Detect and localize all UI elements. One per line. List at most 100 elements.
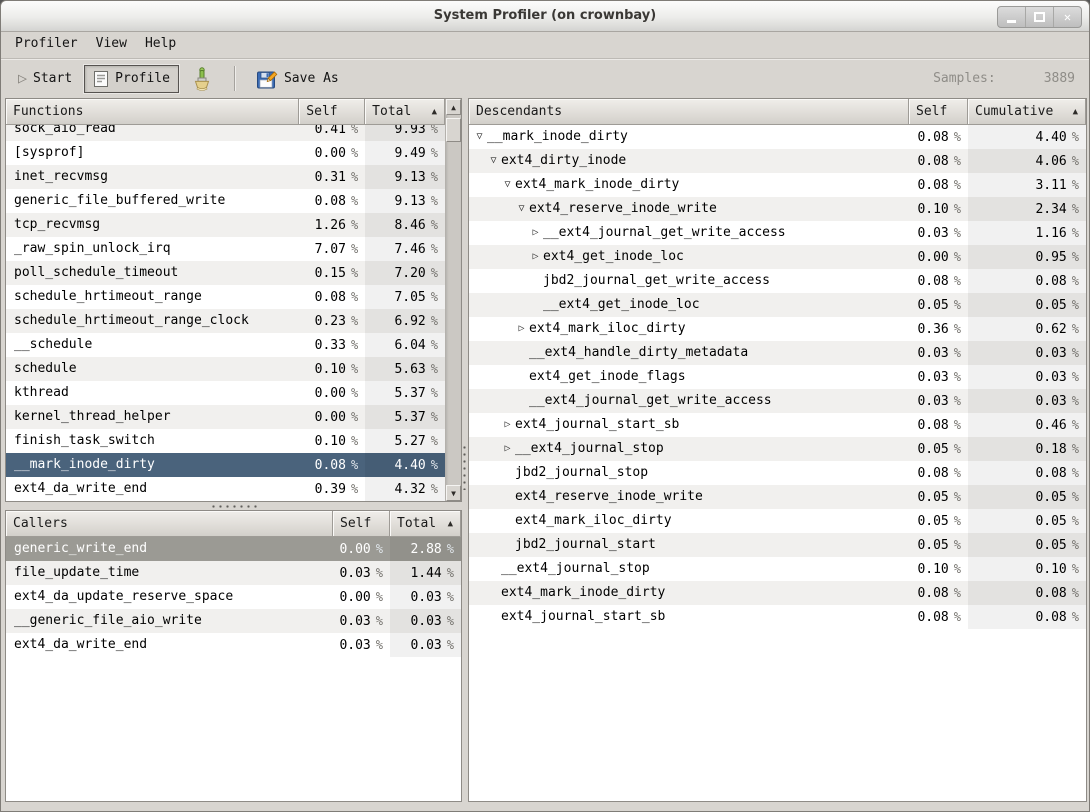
table-row[interactable]: generic_write_end0.00%2.88% [6,537,461,561]
tree-row[interactable]: __ext4_handle_dirty_metadata0.03%0.03% [469,341,1086,365]
tree-row[interactable]: ▷ext4_journal_start_sb0.08%0.46% [469,413,1086,437]
percent-sign: % [949,130,961,144]
profile-button[interactable]: Profile [84,65,179,93]
table-row[interactable]: kthread0.00%5.37% [6,381,445,405]
tree-expander-icon[interactable]: ▷ [528,245,543,269]
close-button[interactable]: ✕ [1053,7,1081,27]
column-header-descendants[interactable]: Descendants [469,99,909,125]
horizontal-splitter[interactable] [5,502,462,510]
maximize-button[interactable] [1025,7,1053,27]
function-name-cell: generic_file_buffered_write [6,189,299,213]
start-button[interactable]: ▷ Start [9,66,81,91]
tree-row[interactable]: __ext4_journal_get_write_access0.03%0.03… [469,389,1086,413]
column-header-total[interactable]: Total▲ [390,511,461,537]
menu-profiler[interactable]: Profiler [6,31,87,58]
tree-row[interactable]: ▽ext4_dirty_inode0.08%4.06% [469,149,1086,173]
percent-cell: 0.15% [299,261,365,285]
titlebar[interactable]: System Profiler (on crownbay) ✕ [1,1,1089,32]
tree-row[interactable]: jbd2_journal_get_write_access0.08%0.08% [469,269,1086,293]
tree-expander-icon[interactable]: ▷ [500,437,515,461]
function-name: jbd2_journal_get_write_access [543,269,770,293]
table-row[interactable]: [sysprof]0.00%9.49% [6,141,445,165]
tree-row[interactable]: ext4_reserve_inode_write0.05%0.05% [469,485,1086,509]
tree-row[interactable]: ▷ext4_mark_iloc_dirty0.36%0.62% [469,317,1086,341]
vertical-splitter[interactable] [461,98,468,802]
menu-help[interactable]: Help [136,31,185,58]
tree-row[interactable]: ext4_mark_inode_dirty0.08%0.08% [469,581,1086,605]
percent-cell: 0.03% [390,585,461,609]
percent-cell: 0.05% [909,485,968,509]
column-header-self[interactable]: Self [909,99,968,125]
percent-cell: 9.49% [365,141,445,165]
functions-scrollbar[interactable]: ▲ ▼ [445,99,461,501]
tree-expander-icon[interactable]: ▽ [472,125,487,149]
tree-row[interactable]: __ext4_journal_stop0.10%0.10% [469,557,1086,581]
percent-cell: 1.26% [299,213,365,237]
percent-cell: 0.18% [968,437,1086,461]
table-row[interactable]: __generic_file_aio_write0.03%0.03% [6,609,461,633]
tree-expander-icon[interactable]: ▽ [486,149,501,173]
scroll-up-button[interactable]: ▲ [446,99,461,115]
column-header-total[interactable]: Total▲ [365,99,445,125]
column-header-self[interactable]: Self [333,511,390,537]
tree-expander-icon[interactable]: ▷ [500,413,515,437]
percent-cell: 0.62% [968,317,1086,341]
table-row[interactable]: __schedule0.33%6.04% [6,333,445,357]
percent-sign: % [346,338,358,352]
column-header-callers[interactable]: Callers [6,511,333,537]
tree-expander-icon[interactable]: ▷ [528,221,543,245]
table-row[interactable]: _raw_spin_unlock_irq7.07%7.46% [6,237,445,261]
column-header-self[interactable]: Self [299,99,365,125]
callers-rows: generic_write_end0.00%2.88%file_update_t… [6,537,461,801]
tree-row[interactable]: ▷__ext4_journal_get_write_access0.03%1.1… [469,221,1086,245]
table-row[interactable]: poll_schedule_timeout0.15%7.20% [6,261,445,285]
percent-sign: % [949,322,961,336]
minimize-button[interactable] [998,7,1025,27]
table-row[interactable]: ext4_da_write_end0.03%0.03% [6,633,461,657]
table-row[interactable]: finish_task_switch0.10%5.27% [6,429,445,453]
tree-row[interactable]: ▽ext4_reserve_inode_write0.10%2.34% [469,197,1086,221]
table-row[interactable]: schedule_hrtimeout_range_clock0.23%6.92% [6,309,445,333]
column-header-functions[interactable]: Functions [6,99,299,125]
tree-row[interactable]: jbd2_journal_start0.05%0.05% [469,533,1086,557]
table-row[interactable]: generic_file_buffered_write0.08%9.13% [6,189,445,213]
table-row[interactable]: kernel_thread_helper0.00%5.37% [6,405,445,429]
scroll-down-button[interactable]: ▼ [446,485,461,501]
table-row[interactable]: schedule_hrtimeout_range0.08%7.05% [6,285,445,309]
percent-cell: 0.03% [968,365,1086,389]
table-row[interactable]: sock_aio_read0.41%9.93% [6,125,445,141]
table-row[interactable]: schedule0.10%5.63% [6,357,445,381]
tree-row[interactable]: __ext4_get_inode_loc0.05%0.05% [469,293,1086,317]
percent-sign: % [949,490,961,504]
percent-cell: 0.05% [968,509,1086,533]
tree-expander-icon[interactable]: ▽ [514,197,529,221]
tree-row[interactable]: ▽ext4_mark_inode_dirty0.08%3.11% [469,173,1086,197]
scrollbar-track[interactable] [446,115,461,485]
table-row[interactable]: ext4_da_update_reserve_space0.00%0.03% [6,585,461,609]
tree-row[interactable]: ext4_journal_start_sb0.08%0.08% [469,605,1086,629]
tree-row[interactable]: ▷ext4_get_inode_loc0.00%0.95% [469,245,1086,269]
column-header-cumulative[interactable]: Cumulative▲ [968,99,1086,125]
tree-expander-icon[interactable]: ▷ [514,317,529,341]
tree-row[interactable]: jbd2_journal_stop0.08%0.08% [469,461,1086,485]
tree-row[interactable]: ▷__ext4_journal_stop0.05%0.18% [469,437,1086,461]
tree-row[interactable]: ▽__mark_inode_dirty0.08%4.40% [469,125,1086,149]
table-row[interactable]: __mark_inode_dirty0.08%4.40% [6,453,445,477]
percent-sign: % [346,242,358,256]
screenshot-brush-button[interactable] [182,62,222,96]
tree-row[interactable]: ext4_mark_iloc_dirty0.05%0.05% [469,509,1086,533]
table-row[interactable]: file_update_time0.03%1.44% [6,561,461,585]
save-as-button[interactable]: Save As [247,63,348,95]
scrollbar-thumb[interactable] [446,118,461,142]
function-name: __ext4_journal_stop [501,557,650,581]
percent-cell: 4.40% [968,125,1086,149]
menu-view[interactable]: View [87,31,136,58]
tree-expander-icon[interactable]: ▽ [500,173,515,197]
percent-cell: 0.46% [968,413,1086,437]
table-row[interactable]: inet_recvmsg0.31%9.13% [6,165,445,189]
table-row[interactable]: ext4_da_write_end0.39%4.32% [6,477,445,501]
table-row[interactable]: tcp_recvmsg1.26%8.46% [6,213,445,237]
tree-row[interactable]: ext4_get_inode_flags0.03%0.03% [469,365,1086,389]
function-name: ext4_mark_iloc_dirty [529,317,686,341]
percent-cell: 0.05% [968,485,1086,509]
